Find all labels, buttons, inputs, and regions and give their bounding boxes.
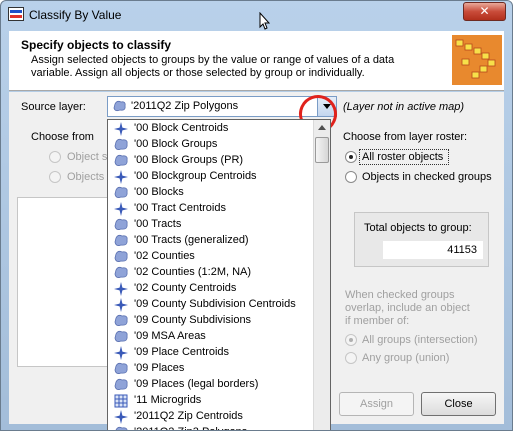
- polygon-layer-icon: [114, 362, 129, 378]
- polygon-layer-icon: [114, 186, 129, 202]
- dropdown-item-label: '09 County Subdivision Centroids: [134, 298, 296, 310]
- dropdown-item[interactable]: '02 Counties (1:2M, NA): [108, 265, 313, 281]
- dropdown-item-label: '00 Block Groups (PR): [134, 154, 244, 166]
- total-objects-value: 41153: [383, 241, 483, 259]
- left-option-2-label: Objects: [67, 171, 105, 183]
- polygon-layer-icon: [114, 154, 129, 170]
- polygon-layer-icon: [114, 234, 129, 250]
- dropdown-item[interactable]: '00 Block Centroids: [108, 121, 313, 137]
- checked-groups-label: Objects in checked groups: [362, 171, 492, 183]
- left-radio-2[interactable]: [49, 171, 61, 183]
- dropdown-item[interactable]: '2011Q2 Zip3 Polygons: [108, 425, 313, 430]
- source-layer-value: '2011Q2 Zip Polygons: [131, 100, 239, 112]
- dropdown-item-label: '09 Place Centroids: [134, 346, 230, 358]
- overlap-text-3: if member of:: [345, 315, 410, 327]
- dropdown-item[interactable]: '02 County Centroids: [108, 281, 313, 297]
- radio-intersection[interactable]: [345, 334, 357, 346]
- polygon-layer-icon: [113, 100, 126, 112]
- dropdown-item-label: '09 County Subdivisions: [134, 314, 252, 326]
- all-roster-label: All roster objects: [362, 151, 444, 163]
- dropdown-item-label: '00 Blockgroup Centroids: [134, 170, 257, 182]
- source-layer-dropdown-list[interactable]: '00 Block Centroids '00 Block Groups '00 B…: [107, 119, 331, 430]
- dropdown-item-label: '00 Tracts: [134, 218, 182, 230]
- dropdown-item[interactable]: '00 Blockgroup Centroids: [108, 169, 313, 185]
- classify-graphic-icon: [452, 35, 502, 85]
- dialog-header: Specify objects to classify Assign selec…: [9, 31, 504, 91]
- polygon-layer-icon: [114, 314, 129, 330]
- radio-union[interactable]: [345, 352, 357, 364]
- dropdown-item-label: '00 Block Centroids: [134, 122, 229, 134]
- total-objects-box: Total objects to group: 41153: [354, 212, 489, 267]
- dropdown-item[interactable]: '00 Tracts: [108, 217, 313, 233]
- dropdown-item-label: '11 Microgrids: [134, 394, 202, 406]
- polygon-layer-icon: [114, 378, 129, 394]
- intersection-label: All groups (intersection): [362, 334, 478, 346]
- dropdown-item[interactable]: '11 Microgrids: [108, 393, 313, 409]
- polygon-layer-icon: [114, 426, 129, 430]
- dropdown-item[interactable]: '2011Q2 Zip Centroids: [108, 409, 313, 425]
- scroll-up-arrow-icon[interactable]: [314, 120, 330, 136]
- radio-all-roster[interactable]: [345, 151, 357, 163]
- scrollbar-thumb[interactable]: [315, 137, 329, 163]
- dropdown-item-label: '09 Places (legal borders): [134, 378, 259, 390]
- header-description: Assign selected objects to groups by the…: [31, 54, 395, 79]
- left-radio-1[interactable]: [49, 151, 61, 163]
- dropdown-item[interactable]: '09 Places: [108, 361, 313, 377]
- header-title: Specify objects to classify: [21, 38, 172, 52]
- assign-button[interactable]: Assign: [339, 392, 414, 416]
- mouse-cursor-icon: [259, 12, 270, 30]
- total-objects-label: Total objects to group:: [364, 222, 472, 234]
- dropdown-scrollbar[interactable]: [313, 120, 330, 430]
- dropdown-item[interactable]: '00 Tract Centroids: [108, 201, 313, 217]
- app-icon: [8, 7, 24, 21]
- polygon-layer-icon: [114, 330, 129, 346]
- dropdown-item[interactable]: '09 Place Centroids: [108, 345, 313, 361]
- dropdown-item[interactable]: '00 Block Groups (PR): [108, 153, 313, 169]
- dropdown-item-label: '02 Counties: [134, 250, 195, 262]
- dropdown-item-label: '2011Q2 Zip Centroids: [134, 410, 243, 422]
- dropdown-item-label: '00 Block Groups: [134, 138, 218, 150]
- dropdown-item[interactable]: '09 County Subdivision Centroids: [108, 297, 313, 313]
- overlap-text-1: When checked groups: [345, 289, 455, 301]
- dropdown-item[interactable]: '02 Counties: [108, 249, 313, 265]
- window-close-button[interactable]: ✕: [463, 2, 506, 21]
- dropdown-item[interactable]: '09 Places (legal borders): [108, 377, 313, 393]
- polygon-layer-icon: [114, 250, 129, 266]
- layer-note: (Layer not in active map): [343, 101, 465, 113]
- radio-checked-groups[interactable]: [345, 171, 357, 183]
- dropdown-item-label: '00 Blocks: [134, 186, 184, 198]
- dropdown-item-label: '02 Counties (1:2M, NA): [134, 266, 252, 278]
- title-bar[interactable]: Classify By Value ✕: [1, 1, 512, 29]
- dropdown-item[interactable]: '09 MSA Areas: [108, 329, 313, 345]
- polygon-layer-icon: [114, 138, 129, 154]
- overlap-text-2: overlap, include an object: [345, 302, 470, 314]
- dropdown-item-label: '00 Tracts (generalized): [134, 234, 249, 246]
- dropdown-item[interactable]: '00 Tracts (generalized): [108, 233, 313, 249]
- polygon-layer-icon: [114, 266, 129, 282]
- left-option-1-label: Object s: [67, 151, 108, 163]
- polygon-layer-icon: [114, 218, 129, 234]
- source-layer-label: Source layer:: [21, 101, 86, 113]
- dialog-window: Classify By Value ✕ Specify objects to c…: [0, 0, 513, 431]
- dropdown-item-label: '09 MSA Areas: [134, 330, 206, 342]
- dropdown-item[interactable]: '00 Block Groups: [108, 137, 313, 153]
- dropdown-item[interactable]: '00 Blocks: [108, 185, 313, 201]
- dropdown-item-label: '2011Q2 Zip3 Polygons: [134, 426, 247, 430]
- roster-choose-label: Choose from layer roster:: [343, 131, 468, 143]
- union-label: Any group (union): [362, 352, 450, 364]
- dropdown-item-label: '02 County Centroids: [134, 282, 237, 294]
- dropdown-item-label: '00 Tract Centroids: [134, 202, 226, 214]
- close-button[interactable]: Close: [421, 392, 496, 416]
- choose-from-label: Choose from: [31, 131, 94, 143]
- dropdown-item[interactable]: '09 County Subdivisions: [108, 313, 313, 329]
- window-title: Classify By Value: [29, 8, 122, 22]
- dropdown-item-label: '09 Places: [134, 362, 185, 374]
